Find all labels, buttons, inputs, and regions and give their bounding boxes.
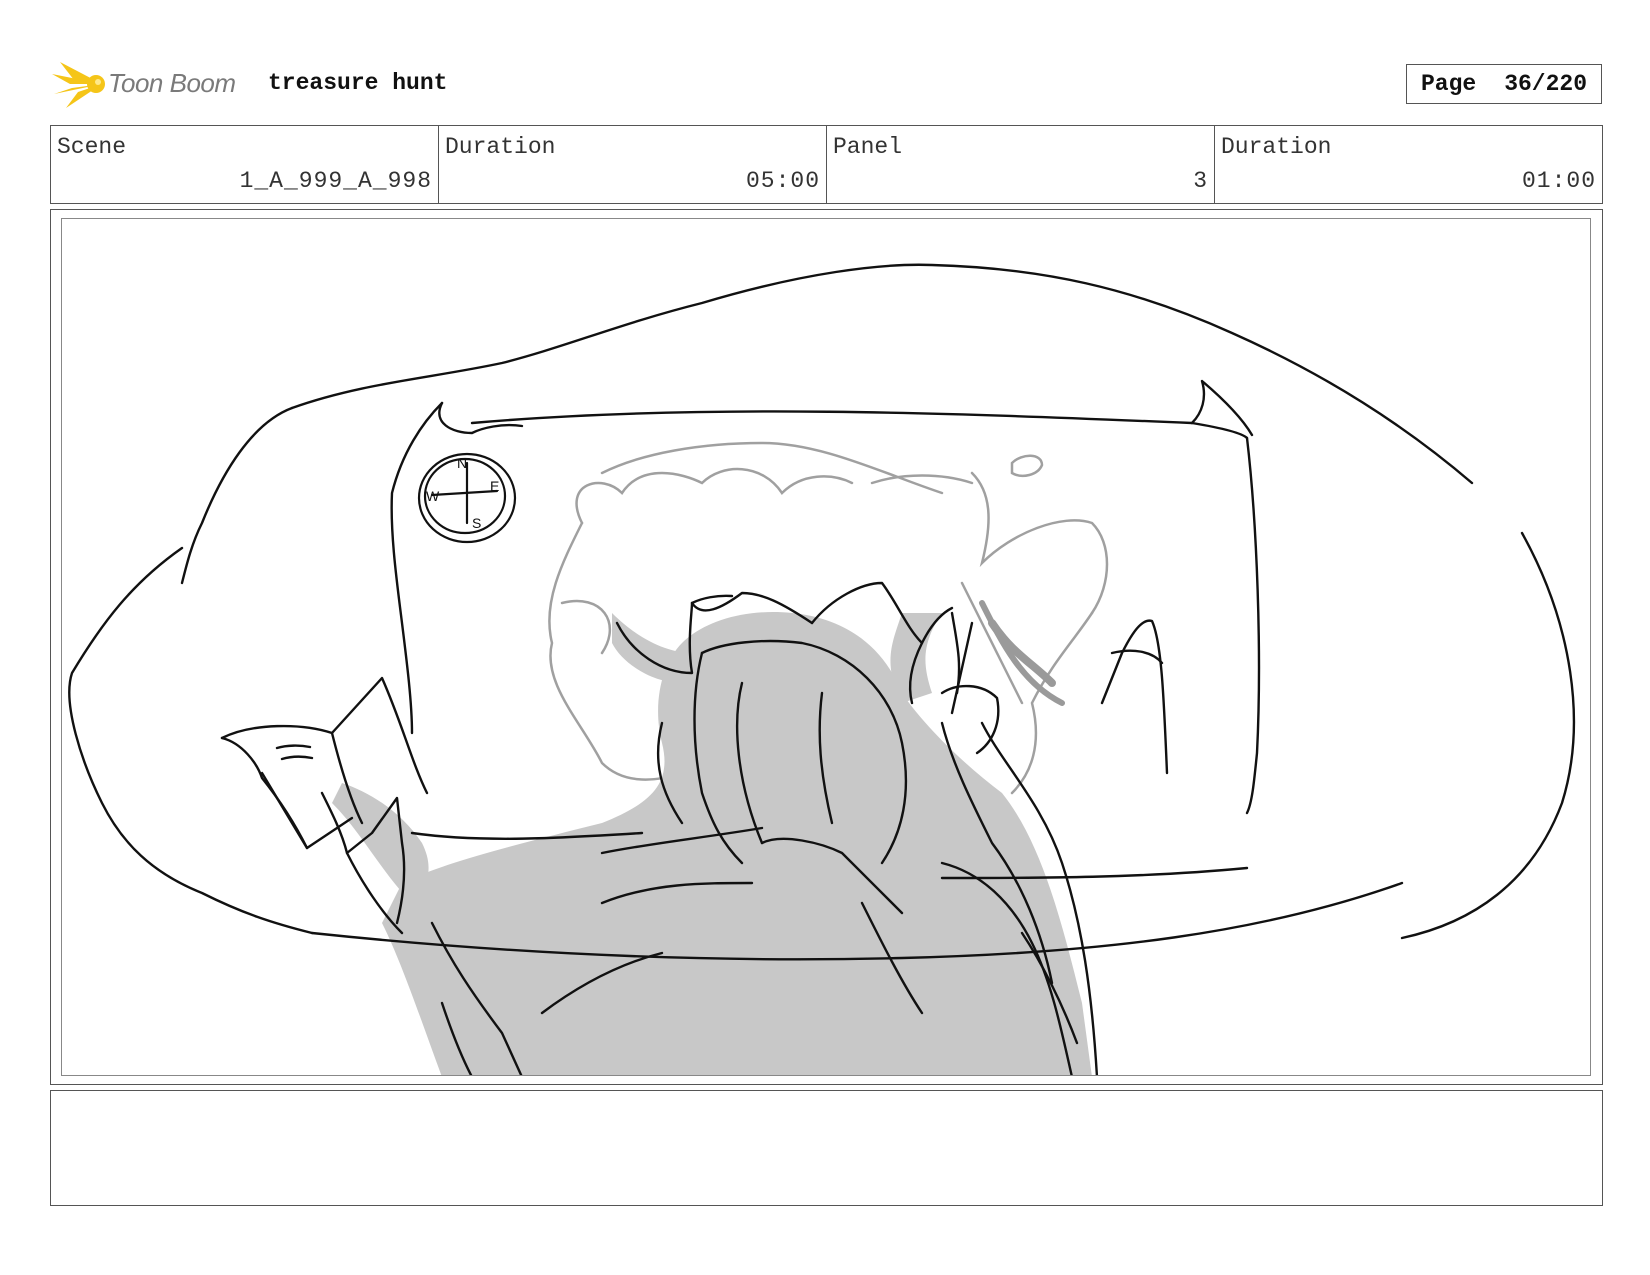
panel-value: 3 — [1193, 168, 1208, 194]
project-title: treasure hunt — [268, 70, 448, 96]
panel-duration-value: 01:00 — [1521, 168, 1596, 194]
panel-notes-box[interactable] — [50, 1090, 1603, 1206]
scene-duration-label: Duration — [445, 134, 556, 160]
panel-duration-label: Duration — [1221, 134, 1332, 160]
storyboard-panel: N E S W — [50, 209, 1603, 1085]
compass-icon: N E S W — [417, 452, 517, 544]
sketch-drawing: N E S W — [68, 263, 1576, 1075]
toon-boom-logo: Toon Boom — [52, 58, 252, 112]
logo-text: Toon Boom — [108, 68, 236, 98]
panel-cell: Panel 3 — [826, 126, 1214, 203]
page-number: 36/220 — [1504, 71, 1588, 97]
scene-duration-cell: Duration 05:00 — [438, 126, 826, 203]
page-label: Page — [1420, 71, 1477, 97]
svg-text:W: W — [426, 488, 440, 504]
svg-text:E: E — [490, 478, 499, 494]
panel-label: Panel — [833, 134, 903, 160]
scene-label: Scene — [57, 134, 127, 160]
scene-cell: Scene 1_A_999_A_998 — [51, 126, 438, 203]
svg-text:N: N — [457, 455, 467, 471]
panel-duration-cell: Duration 01:00 — [1214, 126, 1602, 203]
svg-text:S: S — [472, 515, 481, 531]
page-indicator: Page 36/220 — [1406, 64, 1602, 104]
scene-value: 1_A_999_A_998 — [239, 168, 432, 194]
panel-drawing-area: N E S W — [61, 218, 1591, 1076]
scene-duration-value: 05:00 — [745, 168, 820, 194]
logo-burst-icon — [52, 62, 105, 108]
panel-info-table: Scene 1_A_999_A_998 Duration 05:00 Panel… — [50, 125, 1603, 204]
character-shading — [332, 612, 1092, 1075]
